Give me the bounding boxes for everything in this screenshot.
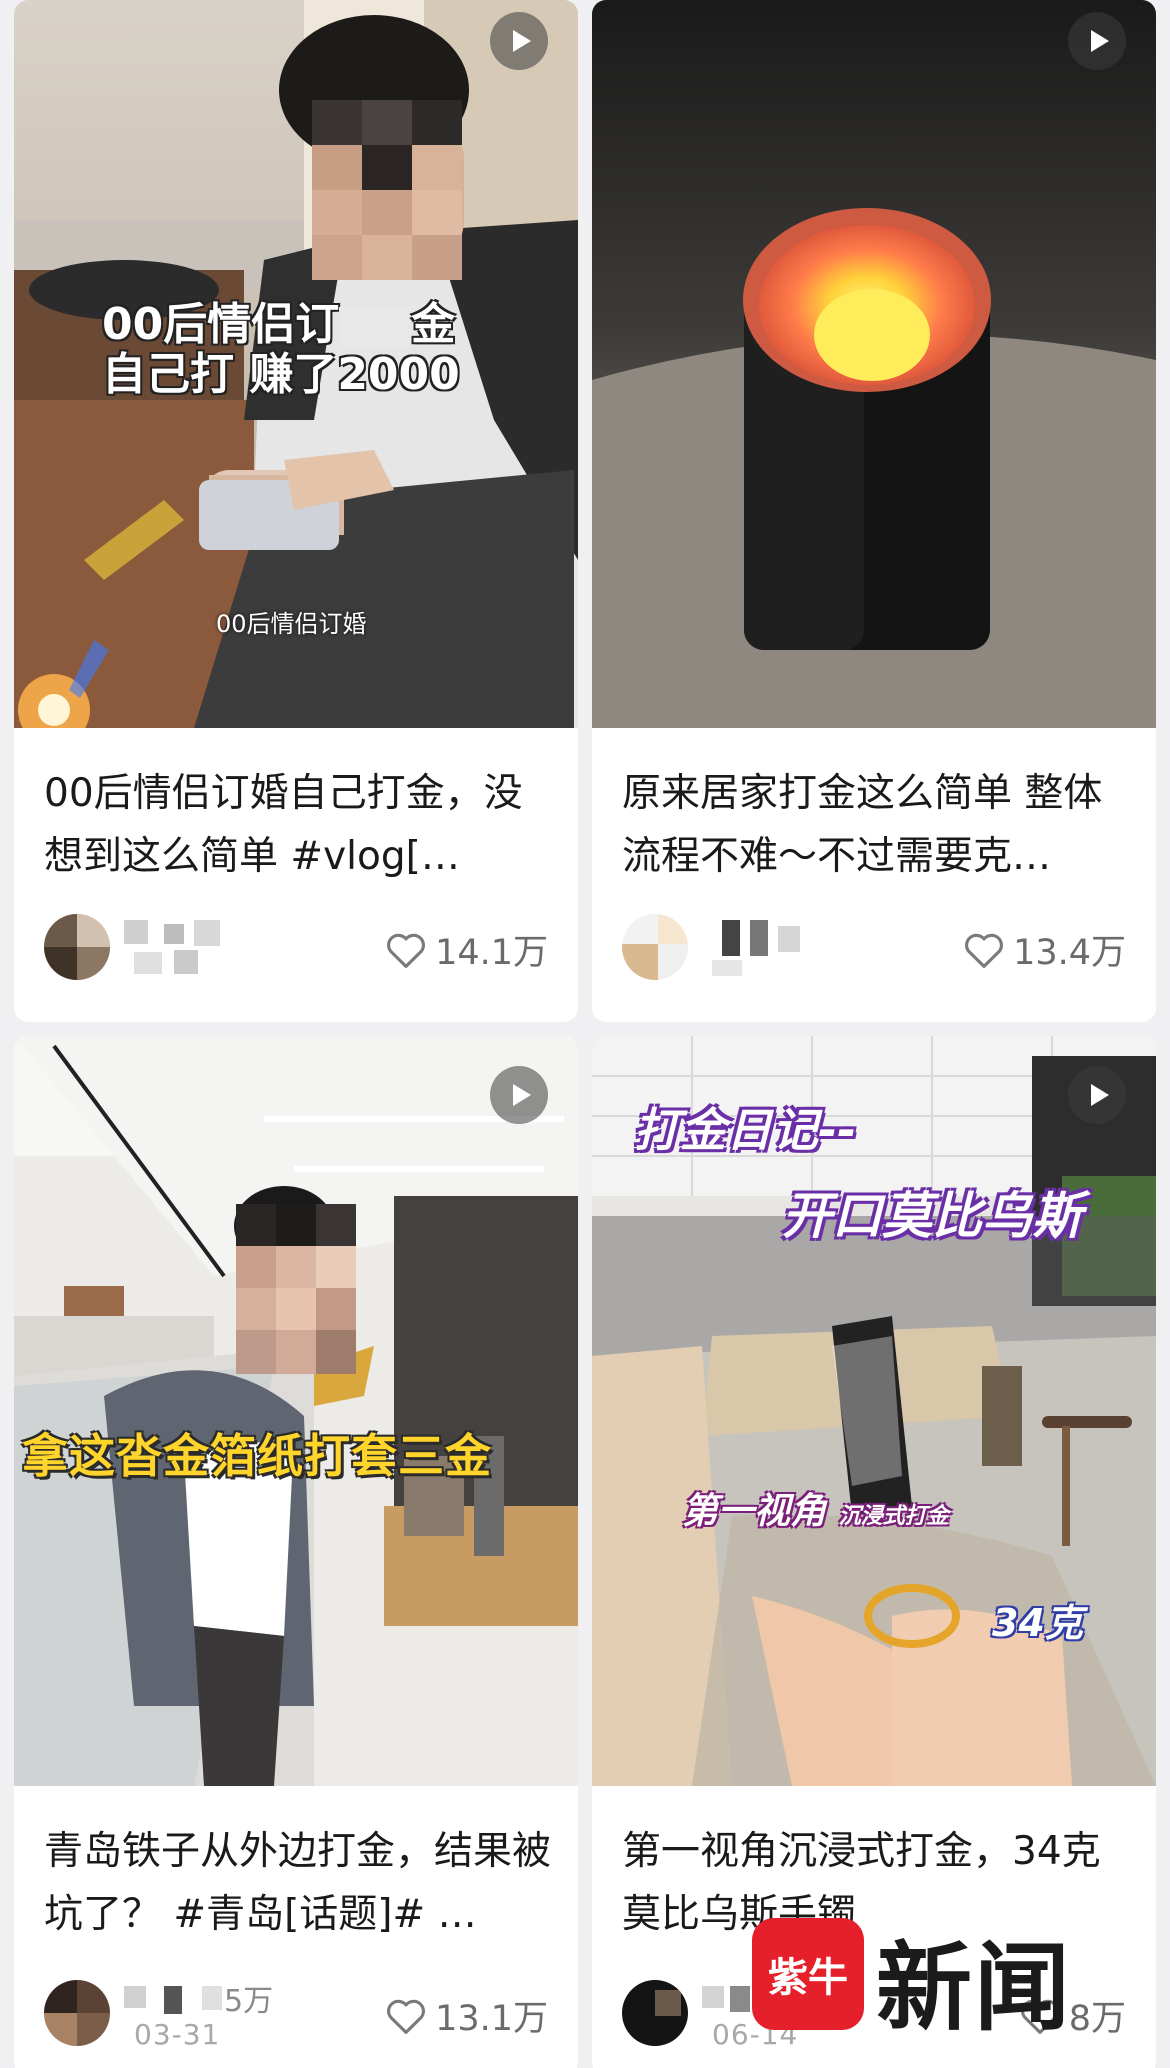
watermark-text: 新闻 <box>876 1931 1072 2044</box>
avatar[interactable] <box>622 914 688 980</box>
overlay-line1: 00后情侣订 <box>102 299 340 350</box>
like-count[interactable]: 13.4万 <box>963 924 1126 975</box>
like-count[interactable]: 14.1万 <box>385 924 548 975</box>
feed-card[interactable]: 00后情侣订 金 自己打 赚了2000 00后情侣订婚 00后情侣订婚自己打金，没… <box>14 0 578 1022</box>
video-overlay-line2: 开口莫比乌斯 <box>782 1187 1082 1245</box>
overlay-tag-main: 第一视角 <box>682 1491 827 1532</box>
card-meta: 14.1万 <box>14 910 578 990</box>
card-title[interactable]: 原来居家打金这么简单 整体流程不难～不过需要克… <box>622 762 1130 888</box>
play-icon[interactable] <box>490 12 548 70</box>
subtitle-caption: 00后情侣订婚 <box>216 610 367 638</box>
author-name-redacted <box>124 920 244 976</box>
video-thumbnail[interactable]: 拿这沓金箔纸打套三金 <box>14 1036 578 1786</box>
card-meta: 5万 03-31 13.1万 <box>14 1976 578 2056</box>
video-thumbnail[interactable] <box>592 0 1156 728</box>
card-meta: 13.4万 <box>592 910 1156 990</box>
heart-outline-icon <box>387 933 425 968</box>
video-overlay-tag: 第一视角 沉浸式打金 <box>682 1482 949 1534</box>
thumbnail-image <box>592 0 1156 728</box>
card-title[interactable]: 00后情侣订婚自己打金，没想到这么简单 #vlog[… <box>44 762 552 888</box>
feed-card[interactable]: 拿这沓金箔纸打套三金 青岛铁子从外边打金，结果被坑了？ #青岛[话题]# … 5… <box>14 1036 578 2068</box>
play-icon[interactable] <box>1068 12 1126 70</box>
overlay-line2: 自己打 赚了2000 <box>102 349 460 400</box>
card-title[interactable]: 青岛铁子从外边打金，结果被坑了？ #青岛[话题]# … <box>44 1820 552 1946</box>
avatar[interactable] <box>44 914 110 980</box>
author-name-redacted <box>702 920 822 976</box>
video-overlay-line1: 打金日记-- <box>634 1103 857 1157</box>
play-icon[interactable] <box>490 1066 548 1124</box>
video-thumbnail[interactable]: 打金日记-- 开口莫比乌斯 第一视角 沉浸式打金 34克 <box>592 1036 1156 1786</box>
watermark-mark: 紫牛 <box>752 1918 864 2030</box>
video-overlay-title: 00后情侣订 金 自己打 赚了2000 <box>102 300 460 400</box>
post-date: 03-31 <box>134 2018 221 2051</box>
avatar[interactable] <box>622 1980 688 2046</box>
overlay-tag-sub: 沉浸式打金 <box>838 1504 949 1529</box>
text-redaction <box>339 307 412 347</box>
heart-outline-icon <box>387 1999 425 2034</box>
face-blur <box>312 100 462 280</box>
video-overlay-title: 拿这沓金箔纸打套三金 <box>22 1429 492 1483</box>
author-likes-partial: 5万 <box>224 1984 274 2019</box>
overlay-line1-end: 金 <box>411 299 456 350</box>
heart-outline-icon <box>965 933 1003 968</box>
like-count-value: 13.1万 <box>435 1999 548 2039</box>
video-thumbnail[interactable]: 00后情侣订 金 自己打 赚了2000 00后情侣订婚 <box>14 0 578 728</box>
play-icon[interactable] <box>1068 1066 1126 1124</box>
feed-card[interactable]: 原来居家打金这么简单 整体流程不难～不过需要克… 13.4万 <box>592 0 1156 1022</box>
like-count[interactable]: 13.1万 <box>385 1990 548 2041</box>
news-watermark: 紫牛 新闻 <box>752 1910 1152 2060</box>
avatar[interactable] <box>44 1980 110 2046</box>
face-blur <box>236 1204 356 1374</box>
like-count-value: 14.1万 <box>435 933 548 973</box>
like-count-value: 13.4万 <box>1013 933 1126 973</box>
thumbnail-image <box>14 1036 578 1786</box>
video-overlay-weight: 34克 <box>992 1601 1083 1645</box>
